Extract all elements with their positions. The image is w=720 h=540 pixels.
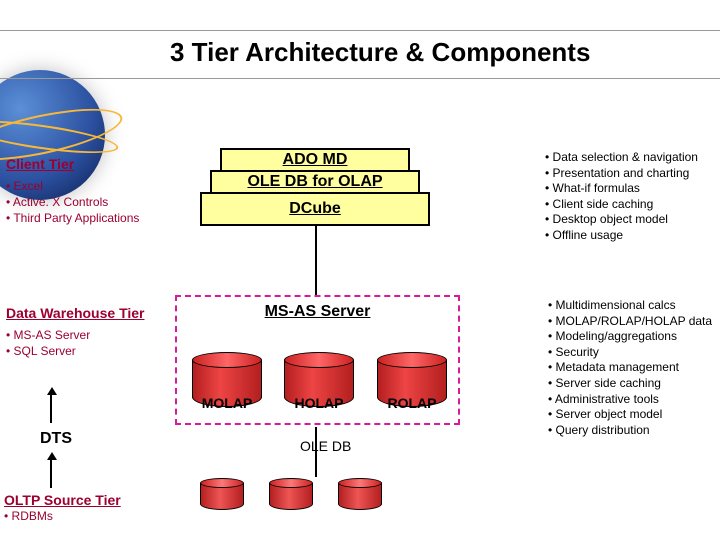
warehouse-tier-list: MS-AS Server SQL Server	[6, 327, 166, 359]
client-stack: ADO MD OLE DB for OLAP DCube	[200, 150, 430, 226]
feature-item: Presentation and charting	[545, 166, 720, 182]
feature-item: MOLAP/ROLAP/HOLAP data	[548, 314, 720, 330]
warehouse-box: MS-AS Server MOLAP HOLAP ROLAP	[175, 295, 460, 425]
feature-item: Security	[548, 345, 720, 361]
feature-item: Server side caching	[548, 376, 720, 392]
feature-item: Query distribution	[548, 423, 720, 439]
cylinder-label: MOLAP	[202, 395, 253, 411]
feature-item: Metadata management	[548, 360, 720, 376]
oltp-tier-block: OLTP Source Tier RDBMs	[4, 492, 169, 524]
feature-item: Offline usage	[545, 228, 720, 244]
cylinder-holap: HOLAP	[284, 352, 354, 407]
client-tier-heading: Client Tier	[6, 156, 181, 172]
warehouse-tier-heading: Data Warehouse Tier	[6, 305, 166, 321]
cylinder-molap: MOLAP	[192, 352, 262, 407]
feature-item: What-if formulas	[545, 181, 720, 197]
feature-item: Client side caching	[545, 197, 720, 213]
oltp-tier-heading: OLTP Source Tier	[4, 492, 169, 508]
warehouse-tier-item: MS-AS Server	[6, 327, 166, 343]
oltp-tier-item: RDBMs	[4, 508, 169, 524]
source-db-icon	[200, 478, 244, 510]
warehouse-tier-block: Data Warehouse Tier MS-AS Server SQL Ser…	[6, 305, 166, 359]
client-tier-item: Third Party Applications	[6, 210, 181, 226]
client-features-list: Data selection & navigation Presentation…	[545, 150, 720, 244]
page-title: 3 Tier Architecture & Components	[170, 37, 710, 68]
client-tier-item: Excel	[6, 178, 181, 194]
feature-item: Server object model	[548, 407, 720, 423]
cylinder-label: HOLAP	[295, 395, 344, 411]
feature-item: Modeling/aggregations	[548, 329, 720, 345]
cylinder-label: ROLAP	[388, 395, 437, 411]
warehouse-tier-item: SQL Server	[6, 343, 166, 359]
arrow-warehouse-dts	[50, 395, 52, 423]
feature-item: Administrative tools	[548, 392, 720, 408]
title-bar: 3 Tier Architecture & Components	[0, 30, 720, 79]
feature-item: Multidimensional calcs	[548, 298, 720, 314]
client-tier-item: Active. X Controls	[6, 194, 181, 210]
source-db-icon	[338, 478, 382, 510]
client-tier-list: Excel Active. X Controls Third Party App…	[6, 178, 181, 227]
arrow-dts-oltp	[50, 460, 52, 488]
stack-dcube: DCube	[200, 192, 430, 226]
source-cylinders	[200, 478, 382, 510]
feature-item: Data selection & navigation	[545, 150, 720, 166]
warehouse-features-list: Multidimensional calcs MOLAP/ROLAP/HOLAP…	[548, 298, 720, 438]
source-db-icon	[269, 478, 313, 510]
oltp-tier-list: RDBMs	[4, 508, 169, 524]
oledb-label: OLE DB	[300, 438, 351, 454]
dts-label: DTS	[40, 430, 72, 448]
cylinder-rolap: ROLAP	[377, 352, 447, 407]
client-tier-block: Client Tier Excel Active. X Controls Thi…	[6, 156, 181, 227]
stack-oledb-olap: OLE DB for OLAP	[210, 170, 420, 194]
connector-client-warehouse	[315, 226, 317, 295]
warehouse-box-title: MS-AS Server	[177, 303, 458, 321]
feature-item: Desktop object model	[545, 212, 720, 228]
stack-ado-md: ADO MD	[220, 148, 410, 172]
